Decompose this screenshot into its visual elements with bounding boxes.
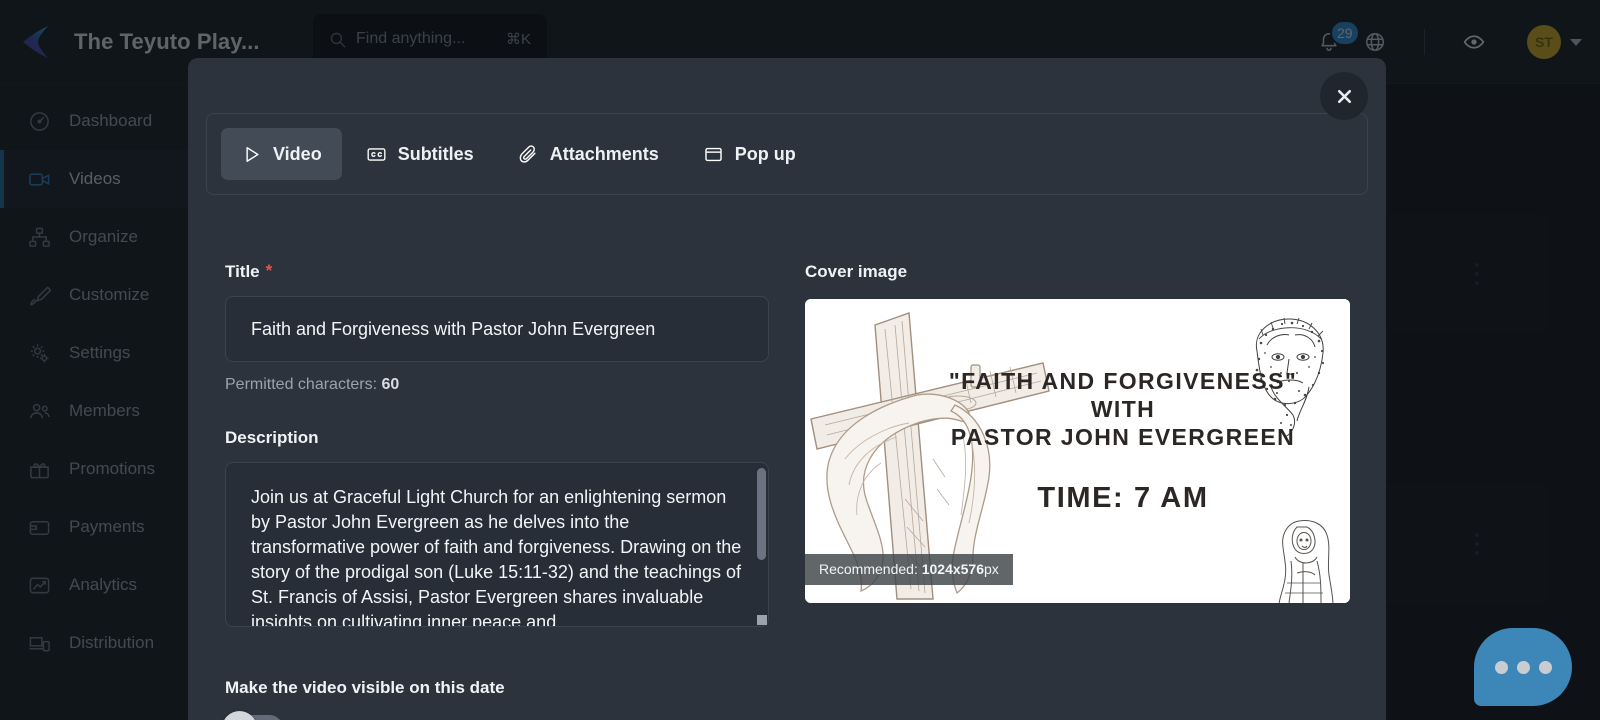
required-indicator: * — [265, 261, 273, 280]
artwork-line-1: "FAITH AND FORGIVENESS" — [949, 368, 1297, 394]
artwork-line-3: PASTOR JOHN EVERGREEN — [951, 424, 1295, 450]
chat-dot-icon — [1494, 660, 1508, 674]
app-root: DashboardVideosOrganizeCustomizeSettings… — [0, 0, 1600, 720]
recommended-suffix: px — [984, 561, 999, 577]
recommended-size: 1024x576 — [921, 561, 985, 577]
video-form: Title * Permitted characters: 60 Descrip… — [222, 262, 785, 720]
support-chat-button[interactable] — [1474, 628, 1572, 706]
title-helper-text: Permitted characters: 60 — [225, 376, 785, 394]
description-field-label: Description — [225, 428, 785, 448]
play-icon — [241, 145, 262, 164]
visibility-date-block: Make the video visible on this date — [222, 678, 785, 720]
window-icon — [703, 145, 724, 164]
description-wrapper — [225, 462, 769, 627]
close-button[interactable] — [1320, 72, 1368, 120]
permitted-characters-label: Permitted characters: — [225, 376, 378, 393]
tab-label: Pop up — [734, 143, 796, 164]
description-resize-handle[interactable] — [757, 615, 767, 625]
description-label-text: Description — [225, 428, 319, 447]
tab-label: Attachments — [549, 143, 659, 164]
toggle-knob — [222, 711, 257, 720]
tab-label: Video — [273, 143, 322, 164]
visibility-toggle[interactable] — [222, 711, 283, 720]
close-icon — [1337, 89, 1351, 103]
closed-caption-icon — [366, 145, 387, 164]
tab-subtitles[interactable]: Subtitles — [346, 128, 494, 180]
artwork-line-2: WITH — [1091, 396, 1155, 422]
title-label-text: Title — [225, 262, 260, 281]
cover-image-preview[interactable]: "FAITH AND FORGIVENESS" WITH PASTOR JOHN… — [805, 299, 1350, 603]
description-textarea[interactable] — [225, 462, 769, 627]
paperclip-icon — [518, 144, 539, 164]
title-field-label: Title * — [225, 262, 785, 282]
tab-label: Subtitles — [397, 143, 474, 164]
description-scrollbar-thumb[interactable] — [757, 468, 766, 560]
recommended-prefix: Recommended: — [819, 561, 918, 577]
video-edit-modal: Video Subtitles Attachments Pop up Title * … — [188, 58, 1386, 720]
tab-pop-up[interactable]: Pop up — [683, 128, 816, 180]
tab-attachments[interactable]: Attachments — [498, 128, 679, 180]
chat-dot-icon — [1538, 660, 1552, 674]
cover-image-label: Cover image — [805, 262, 908, 281]
visibility-toggle-label: Make the video visible on this date — [225, 678, 505, 697]
chat-dot-icon — [1516, 660, 1530, 674]
artwork-time: TIME: 7 AM — [1037, 482, 1208, 514]
modal-tab-bar: Video Subtitles Attachments Pop up — [206, 113, 1368, 195]
permitted-characters-value: 60 — [381, 376, 400, 393]
cover-image-section: Cover image "FAITH AND FORGIVENESS" WITH… — [805, 262, 1355, 603]
title-input[interactable] — [225, 296, 769, 362]
tab-video[interactable]: Video — [221, 128, 342, 180]
recommended-size-badge: Recommended: 1024x576px — [805, 554, 1013, 585]
